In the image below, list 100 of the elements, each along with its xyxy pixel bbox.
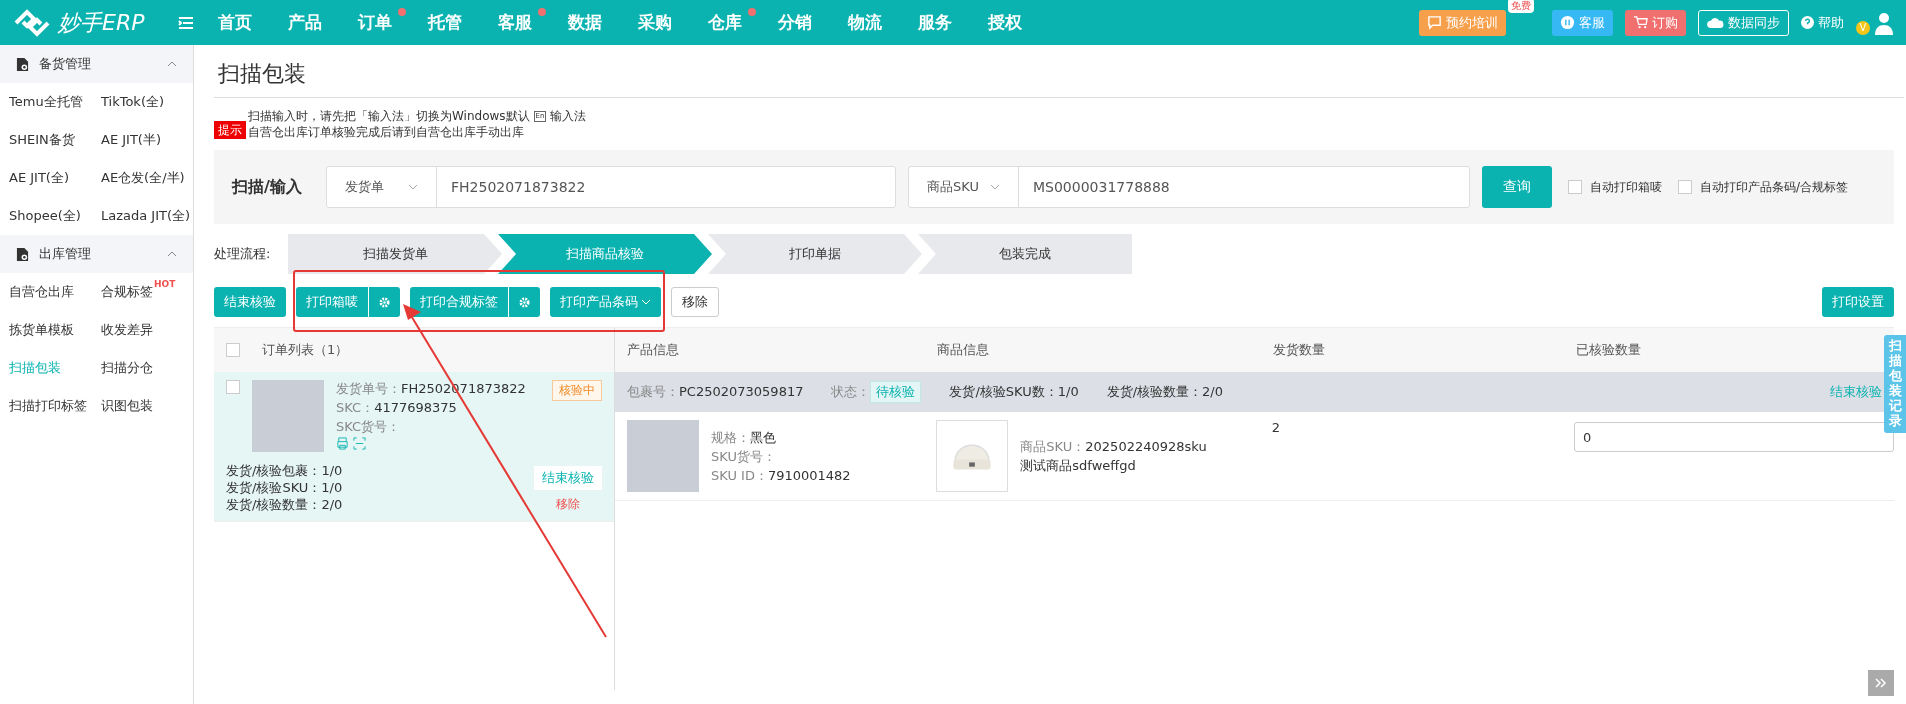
field-label: 商品SKU：: [1020, 439, 1086, 454]
status-tag: 核验中: [552, 380, 602, 401]
nav-item[interactable]: 产品: [284, 11, 354, 34]
chat-bubble-icon: [1560, 15, 1575, 30]
field-value: 7910001482: [767, 467, 851, 483]
nav-item[interactable]: 客服: [494, 11, 564, 34]
nav-item[interactable]: 分销: [774, 11, 844, 34]
print-button[interactable]: 打印箱唛: [296, 287, 368, 317]
order-button[interactable]: 订购: [1625, 9, 1686, 36]
free-badge: 免费: [1508, 0, 1534, 13]
nav-item[interactable]: 仓库: [704, 11, 774, 34]
field-value: PC2502073059817: [679, 384, 804, 399]
stat-text: 发货/核验SKU数：1/0: [949, 383, 1079, 401]
expand-button[interactable]: [1868, 670, 1894, 696]
field-label: SKC货号：: [336, 419, 401, 434]
photo-placeholder: [252, 380, 324, 452]
sidebar-item[interactable]: 扫描打印标签: [9, 397, 87, 415]
settings-icon: [379, 296, 390, 308]
sidebar-item[interactable]: 识图包装: [101, 397, 153, 415]
sync-button[interactable]: 数据同步: [1698, 9, 1789, 36]
sidebar-item[interactable]: 扫描分仓: [101, 359, 153, 377]
field-label: SKU货号：: [711, 448, 776, 464]
sidebar-item[interactable]: Lazada JIT(全): [101, 207, 191, 225]
checkbox[interactable]: [1678, 180, 1692, 194]
sidebar-item[interactable]: Temu全托管: [9, 93, 83, 111]
help-icon: [1801, 16, 1814, 29]
hot-label: HOT: [154, 279, 176, 290]
nav-item[interactable]: 首页: [214, 11, 284, 34]
field-value: 202502240928sku: [1085, 439, 1207, 454]
sidebar-group-header[interactable]: 备货管理: [0, 45, 193, 83]
remove-link[interactable]: 移除: [556, 496, 580, 513]
page-title: 扫描包装: [214, 45, 1904, 98]
finish-check-button[interactable]: 结束核验: [534, 466, 602, 490]
remove-button[interactable]: 移除: [671, 287, 719, 317]
chat-icon: [1427, 15, 1442, 30]
sidebar-item[interactable]: AE JIT(半): [101, 131, 161, 149]
nav-item[interactable]: 订单: [354, 11, 424, 34]
sidebar-group-header[interactable]: 出库管理: [0, 235, 193, 273]
finish-check-link[interactable]: 结束核验: [1830, 383, 1882, 401]
nav-item[interactable]: 采购: [634, 11, 704, 34]
column-header: 发货数量: [1272, 341, 1326, 359]
vip-badge: V: [1856, 20, 1870, 35]
help-link[interactable]: 帮助: [1801, 13, 1844, 32]
checkbox[interactable]: [226, 343, 240, 357]
nav-item[interactable]: 授权: [984, 11, 1054, 34]
settings-button[interactable]: [368, 287, 400, 317]
flow-step: 包装完成: [918, 234, 1132, 274]
stat-text: 发货/核验SKU：1/0: [226, 479, 343, 496]
sidebar-item[interactable]: SHEIN备货: [9, 131, 75, 149]
sidebar-group-title: 出库管理: [39, 245, 92, 263]
column-header: 已核验数量: [1575, 341, 1642, 359]
sidebar-item[interactable]: 拣货单模板: [9, 321, 74, 339]
checkbox-label: 自动打印产品条码/合规标签: [1700, 178, 1849, 196]
cart-icon: [1633, 15, 1648, 30]
print-button[interactable]: 打印合规标签: [410, 287, 508, 317]
checkbox[interactable]: [1568, 180, 1582, 194]
checkbox[interactable]: [226, 380, 240, 394]
service-button[interactable]: 客服: [1552, 9, 1613, 36]
flow-step: 扫描发货单: [288, 234, 502, 274]
training-button[interactable]: 预约培训: [1419, 9, 1506, 36]
ship-quantity: 2: [1271, 420, 1280, 435]
product-name: 测试商品sdfweffgd: [1020, 457, 1137, 474]
field-value: 黑色: [750, 429, 776, 445]
nav-item[interactable]: 托管: [424, 11, 494, 34]
cloud-icon: [1707, 16, 1724, 29]
print-settings-button[interactable]: 打印设置: [1822, 287, 1894, 317]
column-header: 产品信息: [626, 341, 680, 359]
sidebar-item[interactable]: 自营仓出库: [9, 283, 74, 301]
query-button[interactable]: 查询: [1482, 166, 1552, 208]
printer-icon[interactable]: [336, 437, 349, 450]
settings-icon: [519, 296, 530, 308]
column-header: 商品信息: [936, 341, 990, 359]
sidebar-item[interactable]: AE仓发(全/半): [101, 169, 185, 187]
sidebar-item[interactable]: AE JIT(全): [9, 169, 69, 187]
field-label: SKC：: [336, 400, 375, 415]
logo-icon: [12, 7, 52, 38]
record-side-tab[interactable]: 扫描包装记录: [1884, 335, 1906, 433]
finish-button[interactable]: 结束核验: [214, 287, 286, 317]
field-label: SKU ID：: [711, 467, 768, 483]
double-chevron-icon: [1875, 678, 1887, 688]
flow-label: 处理流程:: [214, 245, 272, 263]
nav-item[interactable]: 服务: [914, 11, 984, 34]
flow-step: 扫描商品核验: [498, 234, 712, 274]
tip-text: 扫描输入时，请先把「输入法」切换为Windows默认: [248, 108, 530, 124]
nav-item[interactable]: 物流: [844, 11, 914, 34]
scan-icon[interactable]: [353, 437, 366, 450]
sidebar-item[interactable]: 合规标签: [101, 283, 153, 301]
dropdown-button[interactable]: 打印产品条码: [550, 287, 661, 317]
sidebar-item[interactable]: Shopee(全): [9, 207, 81, 225]
sidebar-item[interactable]: 扫描包装: [9, 359, 61, 377]
menu-icon[interactable]: [178, 15, 194, 30]
stat-text: 发货/核验数量：2/0: [1106, 383, 1223, 401]
scan-label: 扫描/输入: [232, 176, 303, 198]
status-tag: 待核验: [870, 381, 922, 403]
sidebar-item[interactable]: TikTok(全): [101, 93, 165, 111]
sidebar-item[interactable]: 收发差异: [101, 321, 153, 339]
settings-button[interactable]: [508, 287, 540, 317]
sidebar-group-title: 备货管理: [39, 55, 92, 73]
field-label: 包裹号：: [627, 384, 679, 399]
nav-item[interactable]: 数据: [564, 11, 634, 34]
